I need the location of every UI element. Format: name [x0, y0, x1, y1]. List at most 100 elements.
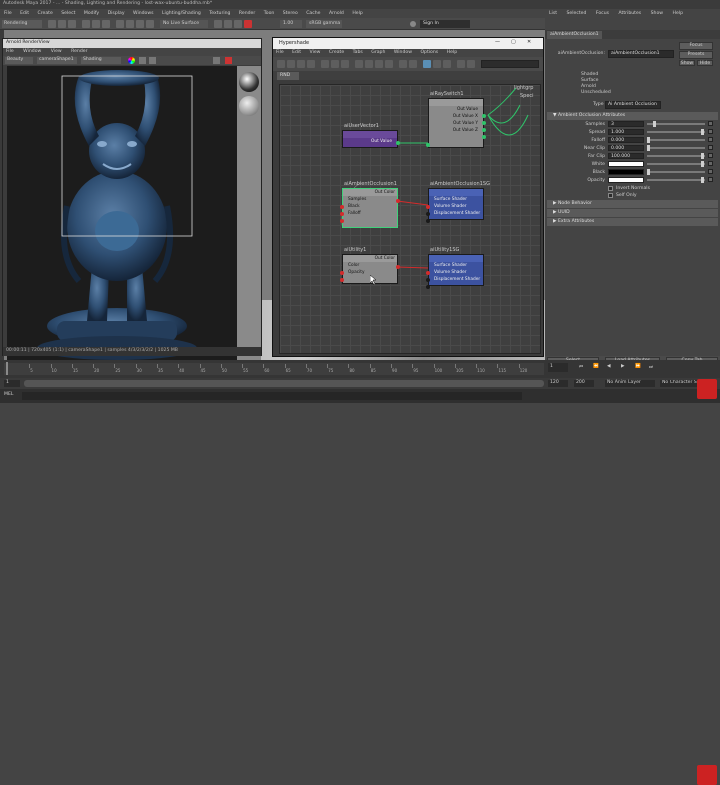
simple-mode-icon[interactable]: [355, 60, 363, 68]
output-port-y[interactable]: [482, 128, 486, 132]
new-scene-icon[interactable]: [48, 20, 56, 28]
frame-selected-icon[interactable]: [443, 60, 451, 68]
input-port-falloff[interactable]: [340, 219, 344, 223]
input-port[interactable]: [426, 143, 430, 147]
hs-menu-tabs[interactable]: Tabs: [353, 50, 363, 55]
black-color-swatch[interactable]: [608, 169, 644, 175]
section-ambient-occlusion[interactable]: ▼ Ambient Occlusion Attributes: [547, 112, 718, 120]
slider-handle[interactable]: [701, 129, 704, 135]
slider-handle[interactable]: [701, 177, 704, 183]
node-ambient-occlusion[interactable]: Out Color Samples Black Falloff: [340, 188, 400, 228]
ae-menu-selected[interactable]: Selected: [567, 11, 587, 16]
map-button[interactable]: [708, 177, 713, 182]
play-back-icon[interactable]: ◀: [607, 364, 611, 369]
output-connections-icon[interactable]: [297, 60, 305, 68]
lasso-tool-icon[interactable]: [92, 20, 100, 28]
node-graph[interactable]: lightgrp Speci aiRaySwitch1 Out Value Ou…: [279, 84, 541, 354]
connected-mode-icon[interactable]: [365, 60, 373, 68]
opacity-color-swatch[interactable]: [608, 177, 644, 183]
input-port-opacity[interactable]: [340, 278, 344, 282]
output-port-z[interactable]: [482, 135, 486, 139]
node-ao-shading-group[interactable]: Surface Shader Volume Shader Displacemen…: [426, 188, 484, 223]
attr-field-samples[interactable]: 3: [608, 121, 644, 127]
menu-cache[interactable]: Cache: [306, 11, 320, 16]
menu-arnold[interactable]: Arnold: [329, 11, 344, 16]
snap-plane-icon[interactable]: [146, 20, 154, 28]
ae-menu-help[interactable]: Help: [673, 11, 683, 16]
display-icon[interactable]: [139, 57, 146, 64]
snap-grid-toggle-icon[interactable]: [423, 60, 431, 68]
menu-set-dropdown[interactable]: Rendering: [2, 20, 42, 28]
graph-materials-icon[interactable]: [277, 60, 285, 68]
ae-menu-attributes[interactable]: Attributes: [618, 11, 641, 16]
maximize-icon[interactable]: ▢: [511, 39, 516, 45]
map-button[interactable]: [708, 153, 713, 158]
rv-menu-view[interactable]: View: [51, 49, 62, 54]
exposure-field[interactable]: 1.00: [280, 20, 302, 28]
attr-field-spread[interactable]: 1.000: [608, 129, 644, 135]
attr-slider-falloff[interactable]: [647, 139, 705, 141]
shading-dropdown[interactable]: Shading: [81, 57, 121, 64]
attr-field-falloff[interactable]: 0.000: [608, 137, 644, 143]
rearrange-graph-icon[interactable]: [341, 60, 349, 68]
snap-point-icon[interactable]: [136, 20, 144, 28]
menu-file[interactable]: File: [4, 11, 12, 16]
frame-all-icon[interactable]: [433, 60, 441, 68]
rv-menu-file[interactable]: File: [6, 49, 14, 54]
snap-grid-icon[interactable]: [116, 20, 124, 28]
hide-button[interactable]: Hide: [697, 60, 713, 66]
ae-menu-show[interactable]: Show: [651, 11, 663, 16]
step-forward-icon[interactable]: ⏩: [635, 364, 641, 369]
render-image[interactable]: [7, 66, 237, 372]
stop-render-icon[interactable]: [225, 57, 232, 64]
ae-menu-list[interactable]: List: [549, 11, 557, 16]
node-utility-shading-group[interactable]: Surface Shader Volume Shader Displacemen…: [426, 254, 484, 289]
menu-select[interactable]: Select: [61, 11, 75, 16]
ipr-render-icon[interactable]: [224, 20, 232, 28]
end-frame-field[interactable]: 120: [548, 380, 568, 387]
current-frame-field[interactable]: 1: [548, 363, 568, 372]
menu-stereo[interactable]: Stereo: [283, 11, 298, 16]
invert-normals-checkbox[interactable]: [608, 186, 613, 191]
menu-texturing[interactable]: Texturing: [209, 11, 230, 16]
custom-mode-icon[interactable]: [385, 60, 393, 68]
input-port-displacement[interactable]: [426, 285, 430, 289]
paint-select-icon[interactable]: [102, 20, 110, 28]
tab-ambient-occlusion[interactable]: aiAmbientOcclusion1: [547, 31, 602, 39]
grid-toggle-icon[interactable]: [409, 60, 417, 68]
output-port[interactable]: [396, 141, 400, 145]
start-frame-field[interactable]: 1: [4, 380, 20, 387]
map-button[interactable]: [708, 161, 713, 166]
command-language-label[interactable]: MEL: [4, 392, 20, 400]
rv-menu-render[interactable]: Render: [71, 49, 87, 54]
node-uservector[interactable]: Out Value: [342, 130, 400, 148]
crop-icon[interactable]: [149, 57, 156, 64]
go-to-end-icon[interactable]: ⏭: [649, 364, 653, 370]
section-uuid[interactable]: ▶ UUID: [547, 209, 718, 217]
slider-handle[interactable]: [701, 153, 704, 159]
input-port-samples[interactable]: [340, 205, 344, 209]
live-surface-field[interactable]: No Live Surface: [160, 20, 208, 28]
range-bar[interactable]: [24, 380, 544, 387]
map-button[interactable]: [708, 129, 713, 134]
arnold-render-icon[interactable]: [244, 20, 252, 28]
menu-display[interactable]: Display: [108, 11, 125, 16]
hs-menu-file[interactable]: File: [276, 50, 284, 55]
attr-slider-opacity[interactable]: [647, 179, 705, 181]
input-port-volume[interactable]: [426, 212, 430, 216]
menu-lighting-shading[interactable]: Lighting/Shading: [162, 11, 201, 16]
attr-slider-black[interactable]: [647, 171, 705, 173]
full-mode-icon[interactable]: [375, 60, 383, 68]
open-scene-icon[interactable]: [58, 20, 66, 28]
hs-menu-graph[interactable]: Graph: [371, 50, 385, 55]
attr-slider-near-clip[interactable]: [647, 147, 705, 149]
step-back-icon[interactable]: ⏪: [593, 364, 599, 369]
map-button[interactable]: [708, 169, 713, 174]
refresh-icon[interactable]: [213, 57, 220, 64]
hs-menu-options[interactable]: Options: [420, 50, 438, 55]
input-port-surface[interactable]: [426, 271, 430, 275]
go-to-start-icon[interactable]: ⏮: [579, 364, 583, 370]
character-set-dropdown[interactable]: No Character Set: [660, 380, 700, 387]
hs-menu-window[interactable]: Window: [394, 50, 412, 55]
focus-button[interactable]: Focus: [679, 42, 713, 50]
